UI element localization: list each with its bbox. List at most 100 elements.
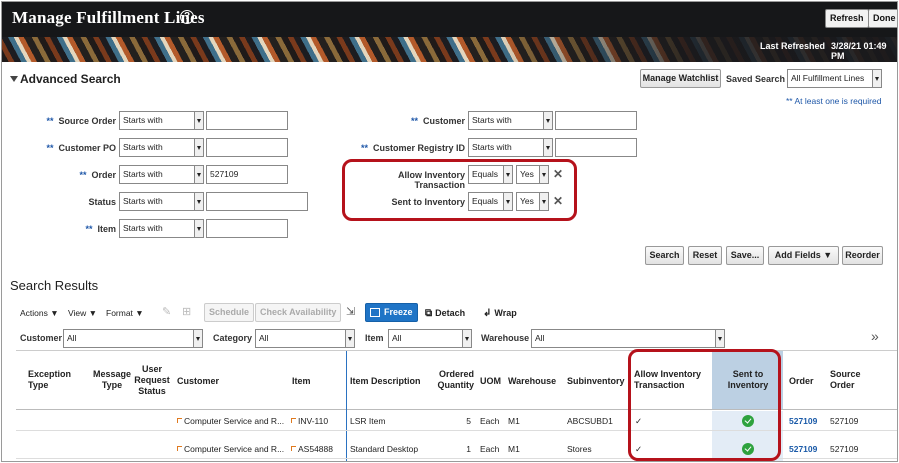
chevron-down-icon — [194, 220, 203, 237]
cell-uom: Each — [480, 444, 500, 454]
reset-button[interactable]: Reset — [688, 246, 722, 265]
warehouse-filter-label: Warehouse — [481, 333, 530, 343]
col-ordered-quantity[interactable]: Ordered Quantity — [432, 369, 474, 391]
view-menu[interactable]: View ▼ — [68, 308, 97, 318]
source-order-label: ** Source Order — [46, 116, 116, 126]
item-input[interactable] — [206, 219, 288, 238]
col-message-type[interactable]: Message Type — [90, 369, 134, 391]
chevron-down-icon — [462, 330, 471, 347]
col-item[interactable]: Item — [292, 376, 311, 387]
customer-registry-id-input[interactable] — [555, 138, 637, 157]
chevron-down-icon — [715, 330, 724, 347]
detach-icon: ⧉ — [425, 308, 433, 319]
refresh-button[interactable]: Refresh — [825, 9, 869, 28]
check-availability-button[interactable]: Check Availability — [255, 303, 342, 322]
chevron-down-icon — [543, 139, 552, 156]
warehouse-filter-select[interactable]: All — [531, 329, 725, 348]
chevron-down-icon — [543, 112, 552, 129]
cell-item[interactable]: INV-110 — [291, 411, 328, 431]
customer-po-input[interactable] — [206, 138, 288, 157]
chevron-down-icon — [194, 193, 203, 210]
cell-source-order: 527109 — [830, 444, 859, 454]
col-user-request-status[interactable]: User Request Status — [132, 364, 172, 397]
order-input[interactable]: 527109 — [206, 165, 288, 184]
customer-po-operator[interactable]: Starts with — [119, 138, 204, 157]
flag-icon — [291, 418, 296, 423]
col-item-description[interactable]: Item Description — [350, 376, 421, 387]
chevron-down-icon — [194, 139, 203, 156]
order-label: ** Order — [79, 170, 116, 180]
col-subinventory[interactable]: Subinventory — [567, 376, 625, 387]
cell-warehouse: M1 — [508, 444, 520, 454]
advanced-search-title: Advanced Search — [20, 72, 121, 86]
status-operator[interactable]: Starts with — [119, 192, 204, 211]
edit-icon[interactable]: ✎ — [162, 305, 171, 318]
detach-button[interactable]: ⧉ Detach — [425, 308, 465, 319]
saved-search-select[interactable]: All Fulfillment Lines — [787, 69, 882, 88]
flag-icon — [177, 418, 182, 423]
col-warehouse[interactable]: Warehouse — [508, 376, 556, 387]
export-icon[interactable]: ⇲ — [346, 305, 355, 318]
item-filter-select[interactable]: All — [388, 329, 472, 348]
columns-icon[interactable]: ⊞ — [182, 305, 191, 318]
saved-search-label: Saved Search — [726, 74, 786, 84]
cell-warehouse: M1 — [508, 416, 520, 426]
item-filter-label: Item — [365, 333, 384, 343]
cell-item-description: Standard Desktop — [350, 444, 419, 454]
order-link[interactable]: 527109 — [789, 439, 817, 459]
col-source-order[interactable]: Source Order — [830, 369, 870, 391]
format-menu[interactable]: Format ▼ — [106, 308, 144, 318]
schedule-button[interactable]: Schedule — [204, 303, 255, 322]
chevron-down-icon — [872, 70, 881, 87]
app-window: Manage Fulfillment Lines ? Refresh Done … — [1, 1, 898, 462]
search-results-title: Search Results — [10, 278, 99, 293]
col-uom[interactable]: UOM — [480, 376, 501, 387]
customer-filter-select[interactable]: All — [63, 329, 203, 348]
source-order-input[interactable] — [206, 111, 288, 130]
chevron-down-icon — [193, 330, 202, 347]
chevron-down-icon — [345, 330, 354, 347]
search-button[interactable]: Search — [645, 246, 684, 265]
col-customer[interactable]: Customer — [177, 376, 219, 387]
customer-input[interactable] — [555, 111, 637, 130]
manage-watchlist-button[interactable]: Manage Watchlist — [640, 69, 721, 88]
item-operator[interactable]: Starts with — [119, 219, 204, 238]
flag-icon — [177, 446, 182, 451]
cell-customer[interactable]: Computer Service and R... — [177, 411, 284, 431]
cell-ordered-quantity: 5 — [466, 416, 471, 426]
status-input[interactable] — [206, 192, 308, 211]
cell-ordered-quantity: 1 — [466, 444, 471, 454]
required-note: ** At least one is required — [786, 96, 882, 106]
category-filter-label: Category — [213, 333, 253, 343]
cell-source-order: 527109 — [830, 416, 859, 426]
add-fields-button[interactable]: Add Fields ▼ — [768, 246, 839, 265]
collapse-triangle-icon[interactable] — [10, 76, 18, 82]
done-button[interactable]: Done — [868, 9, 897, 28]
cell-item-description: LSR Item — [350, 416, 386, 426]
page-title: Manage Fulfillment Lines — [12, 8, 205, 27]
customer-operator[interactable]: Starts with — [468, 111, 553, 130]
last-refreshed-label: Last Refreshed — [760, 41, 826, 51]
freeze-button[interactable]: Freeze — [365, 303, 418, 322]
save-button[interactable]: Save... — [726, 246, 764, 265]
page-header: Manage Fulfillment Lines ? Refresh Done … — [2, 2, 897, 62]
order-link[interactable]: 527109 — [789, 411, 817, 431]
reorder-button[interactable]: Reorder — [842, 246, 883, 265]
category-filter-select[interactable]: All — [255, 329, 355, 348]
col-exception-type[interactable]: Exception Type — [28, 369, 78, 391]
source-order-operator[interactable]: Starts with — [119, 111, 204, 130]
customer-registry-id-operator[interactable]: Starts with — [468, 138, 553, 157]
more-filters-icon[interactable]: » — [871, 328, 879, 344]
order-operator[interactable]: Starts with — [119, 165, 204, 184]
cell-customer[interactable]: Computer Service and R... — [177, 439, 284, 459]
col-order[interactable]: Order — [789, 376, 814, 387]
wrap-icon: ↲ — [483, 308, 492, 319]
wrap-button[interactable]: ↲ Wrap — [483, 308, 517, 319]
help-icon[interactable]: ? — [180, 10, 194, 24]
cell-item[interactable]: AS54888 — [291, 439, 333, 459]
cell-uom: Each — [480, 416, 500, 426]
cell-subinventory: ABCSUBD1 — [567, 416, 613, 426]
actions-menu[interactable]: Actions ▼ — [20, 308, 59, 318]
flag-icon — [291, 446, 296, 451]
highlight-box — [342, 159, 577, 221]
